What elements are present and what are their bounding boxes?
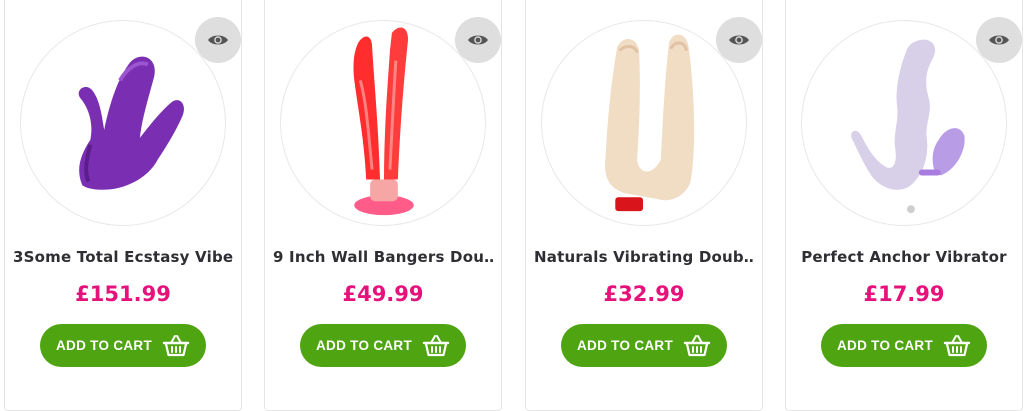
add-to-cart-button[interactable]: ADD TO CART [821, 324, 987, 367]
eye-icon [468, 35, 488, 45]
basket-icon [422, 334, 450, 356]
basket-icon [943, 334, 971, 356]
basket-icon [162, 334, 190, 356]
product-title[interactable]: 3Some Total Ecstasy Vibe [13, 248, 233, 266]
eye-icon [208, 35, 228, 45]
product-image[interactable] [280, 20, 486, 226]
add-to-cart-label: ADD TO CART [576, 338, 674, 353]
eye-icon [729, 35, 749, 45]
quick-view-button[interactable] [195, 17, 241, 63]
product-card: 9 Inch Wall Bangers Dou… £49.99 ADD TO C… [264, 0, 502, 411]
add-to-cart-button[interactable]: ADD TO CART [300, 324, 466, 367]
product-price: £151.99 [75, 282, 171, 306]
product-image[interactable] [20, 20, 226, 226]
basket-icon [683, 334, 711, 356]
add-to-cart-label: ADD TO CART [55, 338, 153, 353]
add-to-cart-label: ADD TO CART [836, 338, 934, 353]
product-price: £32.99 [603, 282, 685, 306]
product-card: 3Some Total Ecstasy Vibe £151.99 ADD TO … [4, 0, 242, 411]
product-card: Perfect Anchor Vibrator £17.99 ADD TO CA… [785, 0, 1023, 411]
eye-icon [989, 35, 1009, 45]
product-price: £17.99 [863, 282, 945, 306]
product-price: £49.99 [342, 282, 424, 306]
product-image[interactable] [801, 20, 1007, 226]
quick-view-button[interactable] [455, 17, 501, 63]
product-title[interactable]: Perfect Anchor Vibrator [794, 248, 1014, 266]
add-to-cart-label: ADD TO CART [315, 338, 413, 353]
quick-view-button[interactable] [716, 17, 762, 63]
product-image[interactable] [541, 20, 747, 226]
product-title[interactable]: 9 Inch Wall Bangers Dou… [273, 248, 493, 266]
add-to-cart-button[interactable]: ADD TO CART [40, 324, 206, 367]
add-to-cart-button[interactable]: ADD TO CART [561, 324, 727, 367]
quick-view-button[interactable] [976, 17, 1022, 63]
product-card: Naturals Vibrating Doub… £32.99 ADD TO C… [525, 0, 763, 411]
product-title[interactable]: Naturals Vibrating Doub… [534, 248, 754, 266]
